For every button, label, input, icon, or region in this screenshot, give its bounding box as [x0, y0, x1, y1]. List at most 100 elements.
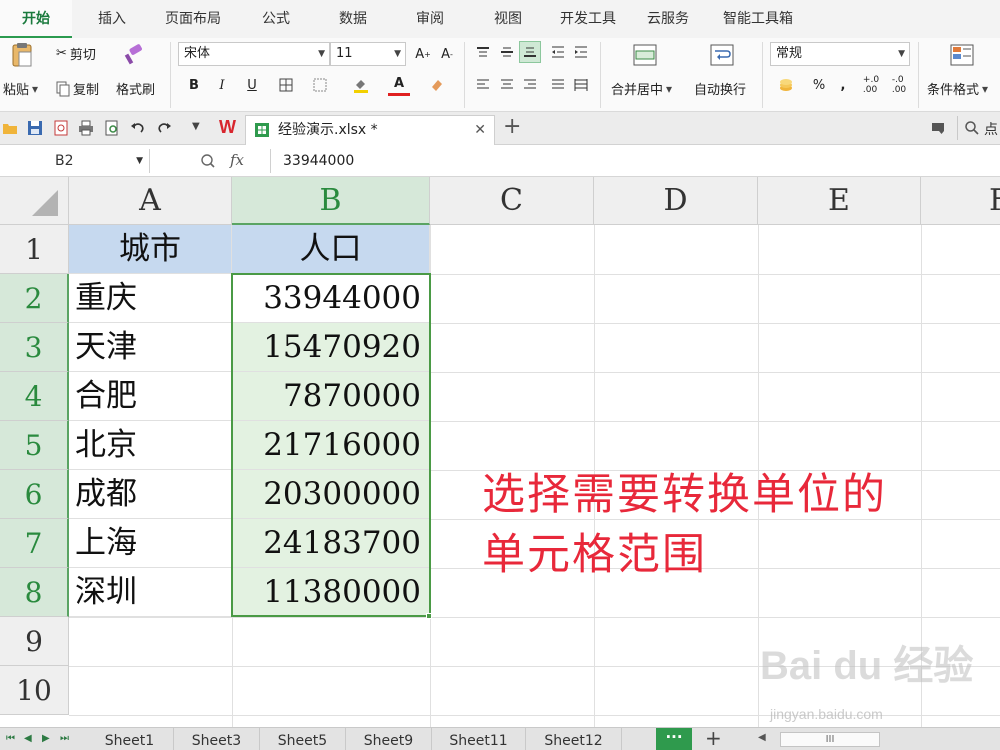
collapse-ribbon-icon[interactable] — [930, 120, 946, 136]
document-tab[interactable]: 经验演示.xlsx * ✕ — [245, 115, 495, 145]
tab-cloud[interactable]: 云服务 — [636, 0, 700, 38]
merge-center-button[interactable]: 合并居中 ▾ — [611, 79, 672, 99]
font-name-value: 宋体 — [184, 46, 211, 61]
insert-function-button[interactable]: fx — [230, 151, 244, 169]
justify-icon[interactable] — [547, 74, 569, 96]
open-folder-icon[interactable] — [2, 120, 18, 136]
search-icon[interactable] — [964, 120, 980, 136]
undo-icon[interactable] — [130, 120, 146, 136]
paste-button[interactable]: 粘贴 ▾ — [3, 79, 38, 99]
sheet-tab-sheet3[interactable]: Sheet3 — [174, 728, 260, 750]
font-size-value: 11 — [336, 46, 353, 61]
prev-sheet-icon[interactable]: ◀ — [24, 733, 32, 744]
sheet-tab-sheet9[interactable]: Sheet9 — [346, 728, 432, 750]
scroll-left-icon[interactable]: ◀ — [758, 732, 766, 743]
tab-smart-toolbox[interactable]: 智能工具箱 — [712, 0, 804, 38]
print-preview-icon[interactable] — [104, 120, 120, 136]
baidu-watermark: Bai du 经验 — [760, 644, 974, 688]
new-tab-icon[interactable]: + — [503, 114, 521, 139]
conditional-format-icon[interactable] — [950, 44, 974, 66]
formula-input[interactable]: 33944000 — [270, 149, 1000, 173]
save-icon[interactable] — [27, 120, 43, 136]
align-center-icon[interactable] — [496, 74, 518, 96]
increase-decimal-icon[interactable]: +.0.00 — [860, 74, 882, 96]
fill-handle[interactable] — [426, 613, 432, 619]
merge-center-label: 合并居中 — [611, 83, 664, 98]
tab-data[interactable]: 数据 — [325, 0, 381, 38]
tab-developer[interactable]: 开发工具 — [550, 0, 626, 38]
wps-logo-icon[interactable]: W — [219, 117, 236, 138]
percent-button[interactable]: % — [808, 74, 830, 96]
tab-formulas[interactable]: 公式 — [248, 0, 304, 38]
bold-button[interactable]: B — [183, 74, 205, 96]
font-color-icon[interactable]: A — [388, 74, 410, 96]
sheet-tab-sheet5[interactable]: Sheet5 — [260, 728, 346, 750]
clear-format-icon[interactable] — [426, 74, 448, 96]
copy-button[interactable]: 复制 — [56, 79, 99, 98]
align-top-icon[interactable] — [472, 41, 494, 63]
italic-button[interactable]: I — [211, 74, 233, 96]
chevron-down-icon: ▼ — [318, 49, 325, 59]
align-bottom-icon[interactable] — [519, 41, 541, 63]
decrease-decimal-icon[interactable]: -.0.00 — [888, 74, 910, 96]
export-pdf-icon[interactable] — [53, 120, 69, 136]
chevron-down-icon: ▼ — [898, 49, 905, 59]
horizontal-scrollbar[interactable]: III — [780, 732, 880, 747]
border-icon[interactable] — [275, 74, 297, 96]
merge-center-icon[interactable] — [633, 44, 657, 66]
name-box[interactable]: B2 ▼ — [0, 149, 150, 173]
conditional-format-button[interactable]: 条件格式 ▾ — [927, 79, 988, 99]
next-sheet-icon[interactable]: ▶ — [42, 733, 50, 744]
increase-font-icon[interactable]: A + — [412, 43, 434, 65]
fill-color-icon[interactable] — [350, 74, 372, 96]
align-left-icon[interactable] — [472, 74, 494, 96]
font-name-select[interactable]: 宋体 ▼ — [178, 42, 330, 66]
annotation-line-2: 单元格范围 — [482, 530, 707, 580]
search-hint[interactable]: 点 — [984, 119, 998, 139]
tab-insert[interactable]: 插入 — [82, 0, 142, 38]
first-sheet-icon[interactable]: ⏮ — [6, 733, 15, 744]
zoom-formula-icon[interactable] — [200, 153, 216, 169]
add-sheet-button[interactable]: + — [705, 726, 722, 750]
close-icon[interactable]: ✕ — [474, 116, 486, 144]
format-painter-icon[interactable] — [122, 44, 146, 66]
format-painter-label: 格式刷 — [116, 83, 156, 98]
tab-view[interactable]: 视图 — [480, 0, 536, 38]
fill-pattern-icon[interactable] — [309, 74, 331, 96]
sheet-tab-sheet11[interactable]: Sheet11 — [432, 728, 526, 750]
tab-home[interactable]: 开始 — [0, 0, 72, 38]
sheet-tab-sheet12[interactable]: Sheet12 — [526, 728, 622, 750]
wrap-text-button[interactable]: 自动换行 — [694, 79, 746, 98]
font-size-select[interactable]: 11 ▼ — [330, 42, 406, 66]
name-box-value: B2 — [55, 153, 74, 169]
ribbon-divider — [600, 42, 601, 108]
formula-bar: B2 ▼ fx 33944000 — [0, 145, 1000, 177]
decrease-font-icon[interactable]: A- — [436, 43, 458, 65]
wrap-text-label: 自动换行 — [694, 83, 747, 98]
last-sheet-icon[interactable]: ⏭ — [60, 733, 69, 744]
print-icon[interactable] — [78, 120, 94, 136]
tab-review[interactable]: 审阅 — [400, 0, 460, 38]
align-middle-icon[interactable] — [496, 41, 518, 63]
comma-style-button[interactable]: , — [832, 74, 854, 96]
chevron-down-icon: ▼ — [136, 156, 143, 166]
wrap-text-icon[interactable] — [710, 44, 734, 66]
currency-icon[interactable] — [775, 74, 797, 96]
sheet-tab-sheet1[interactable]: Sheet1 — [86, 728, 174, 750]
underline-button[interactable]: U — [241, 74, 263, 96]
decrease-indent-icon[interactable] — [547, 41, 569, 63]
number-format-select[interactable]: 常规 ▼ — [770, 42, 910, 66]
tab-page-layout[interactable]: 页面布局 — [155, 0, 231, 38]
distributed-align-icon[interactable] — [570, 74, 592, 96]
more-sheets-button[interactable]: ··· — [656, 728, 692, 750]
chevron-down-icon[interactable]: ▼ — [192, 121, 200, 132]
cut-label: 剪切 — [69, 48, 96, 63]
increase-indent-icon[interactable] — [570, 41, 592, 63]
redo-icon[interactable] — [156, 120, 172, 136]
cut-button[interactable]: ✂ 剪切 — [56, 44, 96, 63]
paste-icon[interactable] — [10, 42, 34, 68]
align-right-icon[interactable] — [519, 74, 541, 96]
format-painter-button[interactable]: 格式刷 — [116, 79, 155, 98]
spreadsheet-file-icon — [255, 123, 269, 137]
sheet-tab-bar: ⏮ ◀ ▶ ⏭ Sheet1 Sheet3 Sheet5 Sheet9 Shee… — [0, 726, 1000, 750]
